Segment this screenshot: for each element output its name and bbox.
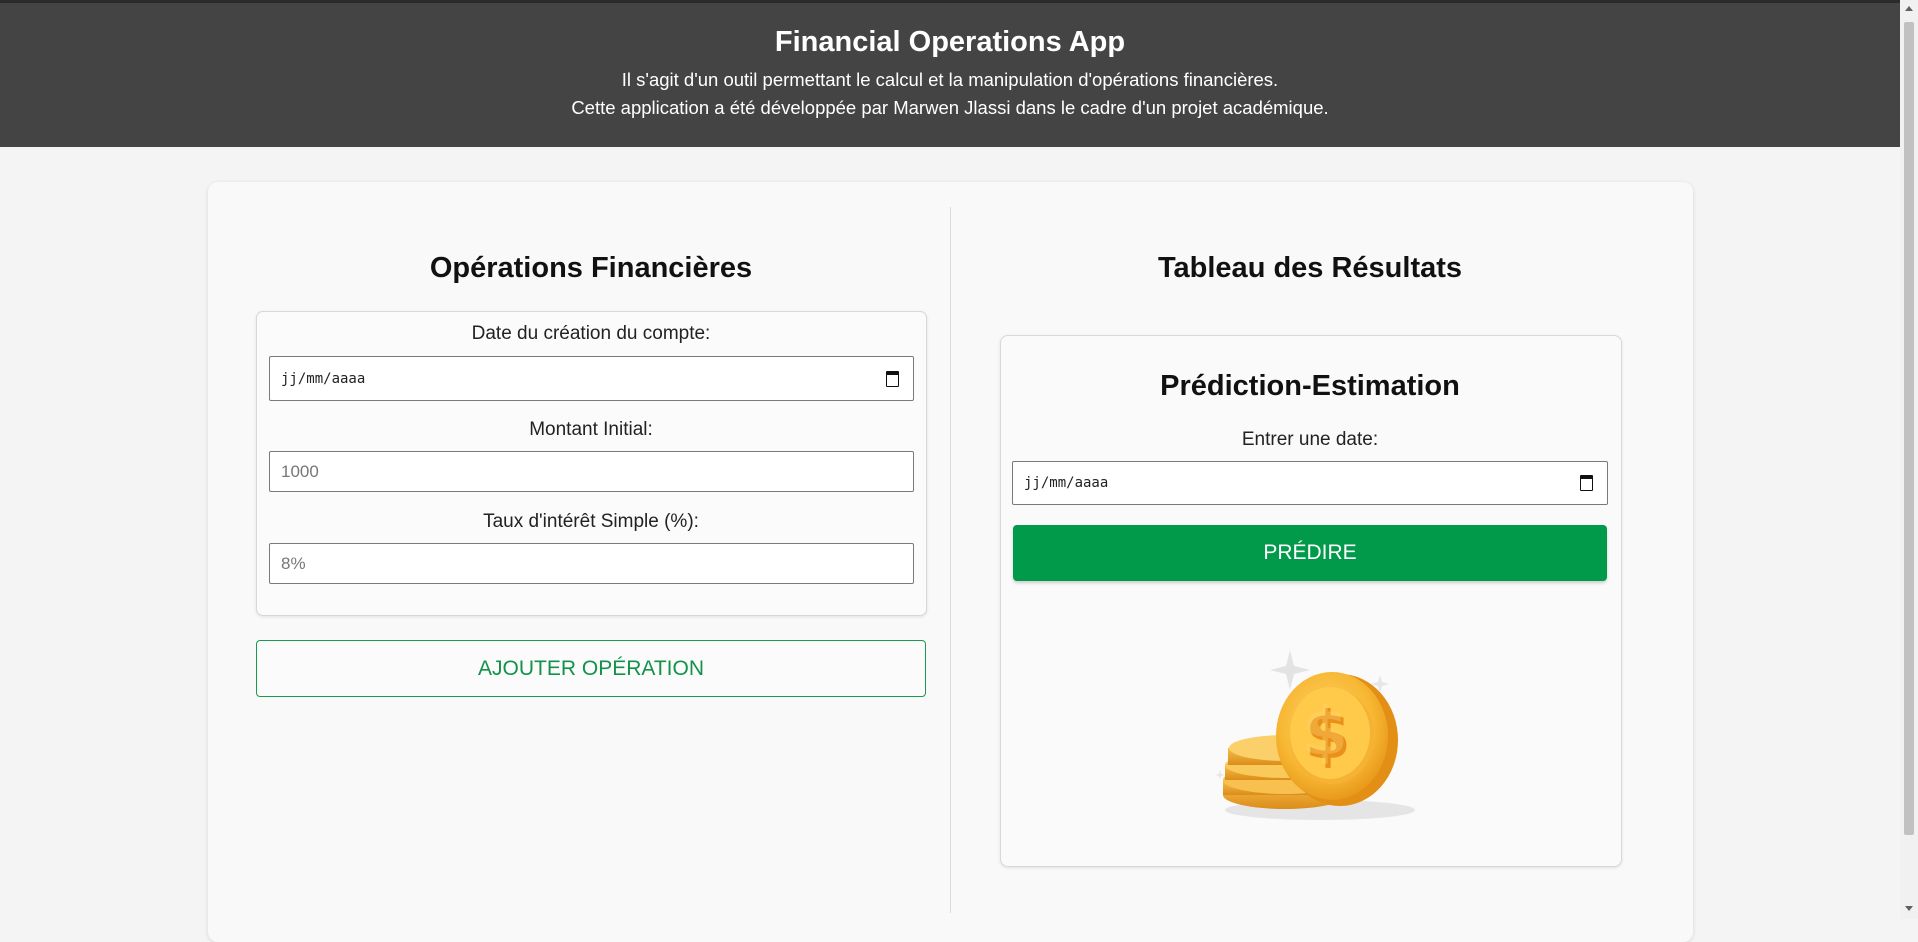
calendar-icon[interactable] [886,370,899,387]
scroll-up-icon[interactable] [1905,6,1913,11]
prediction-date-input[interactable]: jj/mm/aaaa [1012,461,1608,505]
vertical-scrollbar[interactable] [1900,0,1918,919]
initial-amount-label: Montant Initial: [529,419,653,440]
svg-text:$: $ [1302,693,1348,770]
prediction-title: Prédiction-Estimation [1160,370,1460,402]
app-description-line1: Il s'agit d'un outil permettant le calcu… [621,69,1279,90]
interest-rate-placeholder: 8% [281,553,306,573]
account-date-label: Date du création du compte: [471,323,711,344]
calendar-icon[interactable] [1580,475,1593,491]
app-header: Financial Operations App Il s'agit d'un … [0,3,1900,147]
initial-amount-placeholder: 1000 [281,461,319,481]
interest-rate-input[interactable]: 8% [269,543,914,584]
prediction-date-placeholder: jj/mm/aaaa [1024,475,1109,491]
operations-title: Opérations Financières [429,252,753,284]
column-divider [950,207,951,913]
predict-button[interactable]: PRÉDIRE [1013,525,1607,581]
initial-amount-input[interactable]: 1000 [269,451,914,492]
interest-rate-label: Taux d'intérêt Simple (%): [483,511,699,532]
account-date-input[interactable]: jj/mm/aaaa [269,356,914,401]
prediction-date-label: Entrer une date: [1241,429,1379,450]
add-operation-button[interactable]: AJOUTER OPÉRATION [256,640,926,697]
app-title: Financial Operations App [774,26,1126,58]
app-description-line2: Cette application a été développée par M… [571,97,1329,118]
results-title: Tableau des Résultats [1157,252,1463,284]
coins-illustration: $ $ [1215,650,1415,820]
account-date-placeholder: jj/mm/aaaa [281,370,366,387]
scroll-down-icon[interactable] [1905,906,1913,911]
scrollbar-thumb[interactable] [1904,22,1914,835]
